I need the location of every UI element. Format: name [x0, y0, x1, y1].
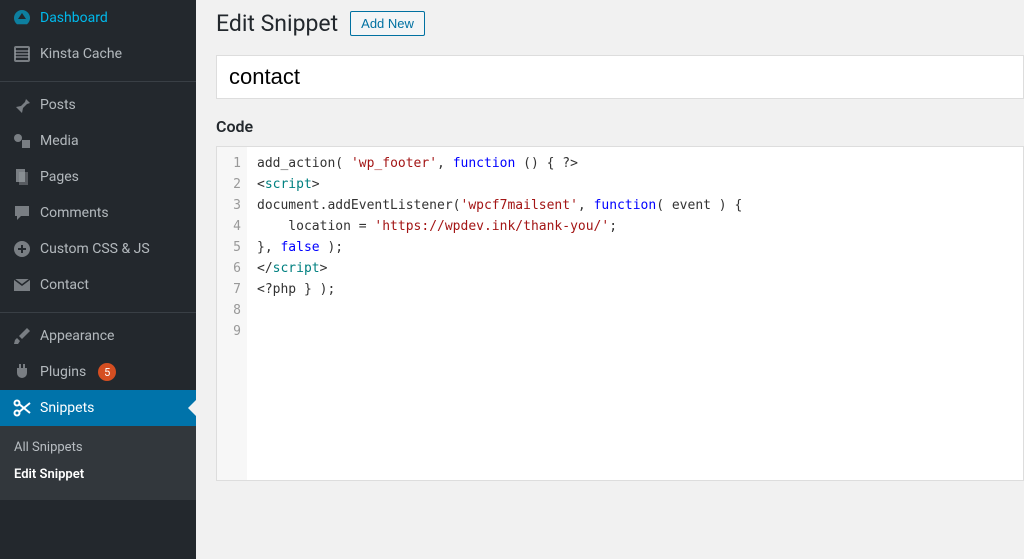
code-line: location = 'https://wpdev.ink/thank-you/… — [257, 216, 742, 237]
snippet-title-input[interactable] — [216, 55, 1024, 99]
mail-icon — [12, 275, 32, 295]
sidebar-item-label: Kinsta Cache — [40, 46, 122, 62]
dashboard-icon — [12, 8, 32, 28]
sidebar-item-label: Pages — [40, 169, 79, 185]
sidebar-item-snippets[interactable]: Snippets — [0, 390, 196, 426]
sidebar-item-label: Snippets — [40, 400, 94, 416]
sidebar-item-label: Contact — [40, 277, 89, 293]
sidebar-separator — [0, 77, 196, 82]
scissors-icon — [12, 398, 32, 418]
code-section-label: Code — [216, 117, 1024, 136]
sidebar-item-label: Posts — [40, 97, 76, 113]
sidebar-item-posts[interactable]: Posts — [0, 87, 196, 123]
sidebar-item-label: Comments — [40, 205, 109, 221]
pin-icon — [12, 95, 32, 115]
code-editor[interactable]: 123456789 add_action( 'wp_footer', funct… — [216, 146, 1024, 481]
sidebar-item-pages[interactable]: Pages — [0, 159, 196, 195]
submenu-edit-snippet[interactable]: Edit Snippet — [0, 461, 196, 488]
page-title: Edit Snippet — [216, 10, 338, 37]
pages-icon — [12, 167, 32, 187]
plus-circle-icon — [12, 239, 32, 259]
code-line: add_action( 'wp_footer', function () { ?… — [257, 153, 742, 174]
comment-icon — [12, 203, 32, 223]
sidebar-item-dashboard[interactable]: Dashboard — [0, 0, 196, 36]
brush-icon — [12, 326, 32, 346]
sidebar-item-appearance[interactable]: Appearance — [0, 318, 196, 354]
sidebar-item-comments[interactable]: Comments — [0, 195, 196, 231]
admin-sidebar: Dashboard Kinsta Cache Posts Media Pages… — [0, 0, 196, 559]
sidebar-separator — [0, 308, 196, 313]
plugins-badge: 5 — [98, 363, 116, 381]
cache-icon — [12, 44, 32, 64]
main-content: Edit Snippet Add New Code 123456789 add_… — [196, 0, 1024, 559]
code-line: </script> — [257, 258, 742, 279]
sidebar-item-label: Appearance — [40, 328, 114, 344]
heading-row: Edit Snippet Add New — [216, 10, 1024, 37]
sidebar-item-label: Dashboard — [40, 10, 108, 26]
code-line: }, false ); — [257, 237, 742, 258]
sidebar-item-custom-css-js[interactable]: Custom CSS & JS — [0, 231, 196, 267]
sidebar-item-plugins[interactable]: Plugins 5 — [0, 354, 196, 390]
code-lines[interactable]: add_action( 'wp_footer', function () { ?… — [247, 147, 752, 480]
sidebar-item-contact[interactable]: Contact — [0, 267, 196, 303]
add-new-button[interactable]: Add New — [350, 11, 425, 36]
media-icon — [12, 131, 32, 151]
snippets-submenu: All Snippets Edit Snippet — [0, 426, 196, 500]
code-line: document.addEventListener('wpcf7mailsent… — [257, 195, 742, 216]
sidebar-item-label: Plugins — [40, 364, 86, 380]
submenu-all-snippets[interactable]: All Snippets — [0, 434, 196, 461]
line-number-gutter: 123456789 — [217, 147, 247, 480]
plug-icon — [12, 362, 32, 382]
sidebar-item-media[interactable]: Media — [0, 123, 196, 159]
sidebar-item-label: Media — [40, 133, 79, 149]
code-line: <script> — [257, 174, 742, 195]
sidebar-item-kinsta-cache[interactable]: Kinsta Cache — [0, 36, 196, 72]
code-line: <?php } ); — [257, 279, 742, 300]
sidebar-item-label: Custom CSS & JS — [40, 241, 150, 257]
